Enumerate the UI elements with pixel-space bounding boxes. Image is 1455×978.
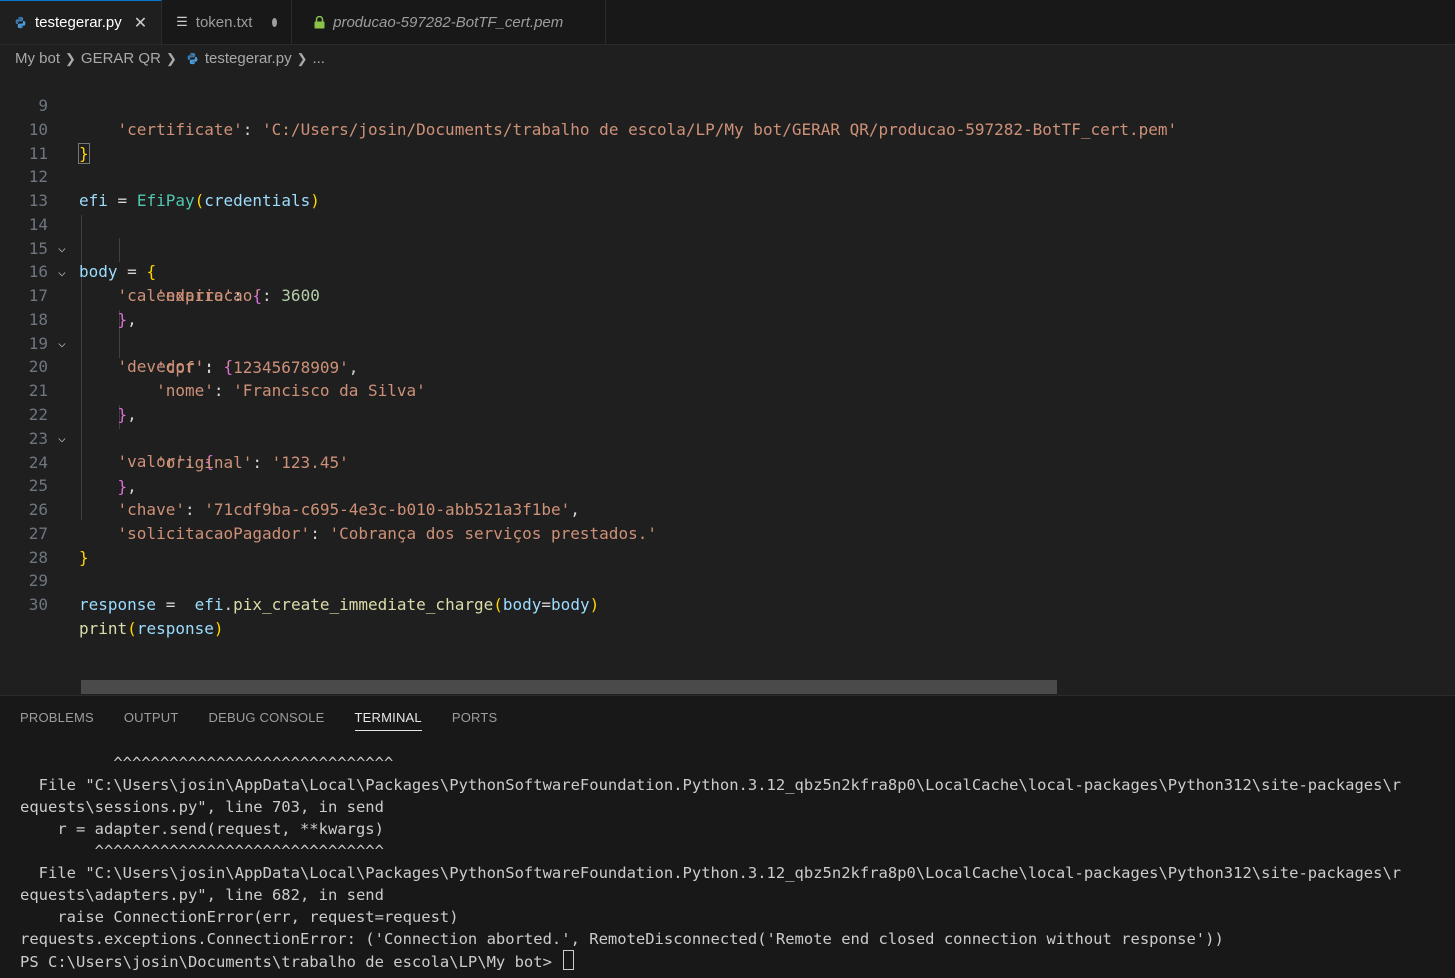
breadcrumb-item-my-bot[interactable]: My bot bbox=[15, 50, 60, 67]
tab-terminal[interactable]: TERMINAL bbox=[354, 710, 422, 731]
breadcrumb: My bot ❯ GERAR QR ❯ testegerar.py ❯ ... bbox=[0, 45, 325, 72]
tab-token-txt[interactable]: ☰ token.txt bbox=[162, 0, 293, 44]
code-line: 20 'nome': 'Francisco da Silva' bbox=[0, 331, 1455, 400]
terminal-line: File "C:\Users\josin\AppData\Local\Packa… bbox=[20, 776, 1402, 794]
tab-debug-console[interactable]: DEBUG CONSOLE bbox=[209, 710, 325, 731]
text-file-icon: ☰ bbox=[176, 14, 188, 29]
chevron-right-icon: ❯ bbox=[296, 50, 308, 66]
panel-tabs: PROBLEMS OUTPUT DEBUG CONSOLE TERMINAL P… bbox=[20, 710, 527, 731]
code-line: 22 ⌵ 'valor': { bbox=[0, 379, 1455, 472]
code-line: 9 'certificate': 'C:/Users/josin/Documen… bbox=[0, 70, 1455, 139]
code-line: 18 ⌵ 'devedor': { bbox=[0, 284, 1455, 377]
code-line: 28 bbox=[0, 522, 1455, 567]
close-icon[interactable]: ✕ bbox=[134, 13, 147, 33]
tab-label: testegerar.py bbox=[35, 14, 122, 31]
breadcrumb-item-gerar-qr[interactable]: GERAR QR bbox=[81, 50, 161, 67]
terminal-line: raise ConnectionError(err, request=reque… bbox=[20, 908, 459, 926]
code-line: 13 bbox=[0, 165, 1455, 210]
terminal-line: equests\sessions.py", line 703, in send bbox=[20, 798, 384, 816]
code-line: 15 ⌵ 'calendario': { bbox=[0, 213, 1455, 306]
terminal-cursor bbox=[563, 950, 575, 970]
horizontal-scrollbar[interactable] bbox=[81, 680, 1057, 694]
tab-testegerar-py[interactable]: testegerar.py ✕ bbox=[0, 0, 163, 44]
tab-output[interactable]: OUTPUT bbox=[124, 710, 179, 731]
code-line: 24 }, bbox=[0, 427, 1455, 496]
code-line: 30 print(response) bbox=[0, 569, 1455, 638]
bottom-panel: PROBLEMS OUTPUT DEBUG CONSOLE TERMINAL P… bbox=[0, 695, 1455, 978]
code-line: 27 } bbox=[0, 498, 1455, 567]
code-line: 16 'expiracao': 3600 bbox=[0, 236, 1455, 305]
terminal-line: ^^^^^^^^^^^^^^^^^^^^^^^^^^^^^^ bbox=[20, 754, 394, 772]
code-line: 26 'solicitacaoPagador': 'Cobrança dos s… bbox=[0, 474, 1455, 543]
editor-tab-bar: testegerar.py ✕ ☰ token.txt producao-597… bbox=[0, 0, 1455, 45]
chevron-right-icon: ❯ bbox=[165, 50, 177, 66]
lock-icon bbox=[314, 15, 325, 29]
chevron-right-icon: ❯ bbox=[65, 50, 76, 66]
terminal-line: requests.exceptions.ConnectionError: ('C… bbox=[20, 930, 1224, 948]
code-line: 29 response = efi.pix_create_immediate_c… bbox=[0, 545, 1455, 614]
unsaved-dot-icon[interactable] bbox=[272, 17, 278, 27]
python-icon bbox=[14, 16, 27, 29]
line-number: 30 bbox=[28, 594, 48, 614]
code-line: 10 } bbox=[0, 94, 1455, 164]
tab-problems[interactable]: PROBLEMS bbox=[20, 710, 94, 731]
breadcrumb-item-symbol[interactable]: ... bbox=[312, 50, 325, 67]
tab-cert-pem[interactable]: producao-597282-BotTF_cert.pem bbox=[292, 0, 607, 44]
code-line: 25 'chave': '71cdf9ba-c695-4e3c-b010-abb… bbox=[0, 450, 1455, 519]
terminal-line: equests\adapters.py", line 682, in send bbox=[20, 886, 384, 904]
tab-ports[interactable]: PORTS bbox=[452, 710, 498, 731]
terminal-prompt-line[interactable]: PS C:\Users\josin\Documents\trabalho de … bbox=[20, 950, 1401, 973]
code-line: 11 bbox=[0, 118, 1455, 163]
code-line: 23 'original': '123.45' bbox=[0, 403, 1455, 472]
terminal-output[interactable]: ^^^^^^^^^^^^^^^^^^^^^^^^^^^^^^ File "C:\… bbox=[20, 752, 1401, 973]
code-line: 12 efi = EfiPay(credentials) bbox=[0, 141, 1455, 210]
terminal-prompt: PS C:\Users\josin\Documents\trabalho de … bbox=[20, 953, 562, 971]
code-line: 14 ⌵ body = { bbox=[0, 189, 1455, 282]
terminal-line: ^^^^^^^^^^^^^^^^^^^^^^^^^^^^^^^ bbox=[20, 842, 384, 860]
code-editor[interactable]: 9 'certificate': 'C:/Users/josin/Documen… bbox=[0, 72, 1455, 694]
tab-label: token.txt bbox=[195, 13, 253, 31]
code-line: 21 }, bbox=[0, 355, 1455, 424]
tab-label: producao-597282-BotTF_cert.pem bbox=[333, 13, 564, 31]
terminal-line: File "C:\Users\josin\AppData\Local\Packa… bbox=[20, 864, 1402, 882]
code-line: 19 'cpf': '12345678909', bbox=[0, 308, 1455, 377]
terminal-line: r = adapter.send(request, **kwargs) bbox=[20, 820, 384, 838]
code-line: 17 }, bbox=[0, 260, 1455, 329]
python-icon bbox=[186, 52, 199, 65]
breadcrumb-item-file[interactable]: testegerar.py bbox=[205, 50, 292, 67]
